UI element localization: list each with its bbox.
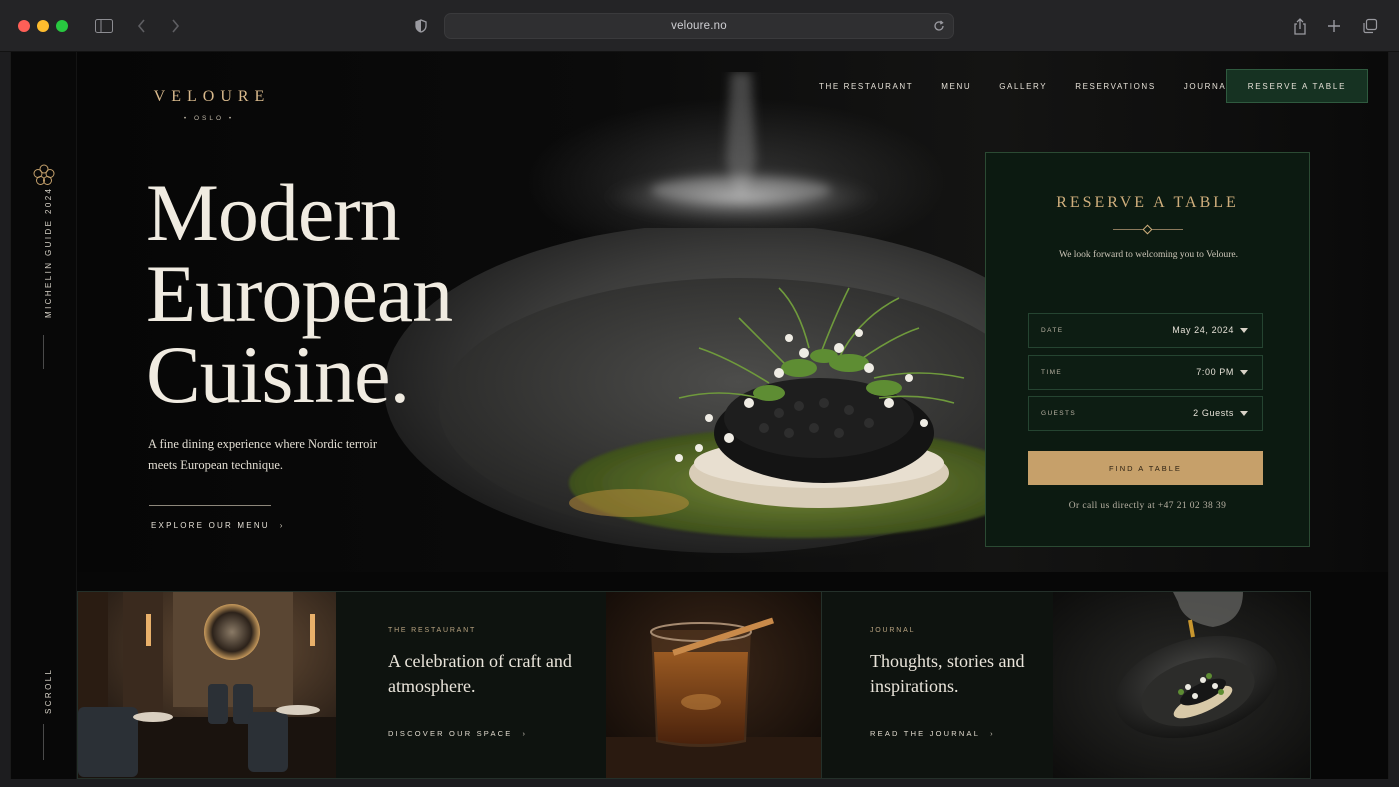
close-window-button[interactable]: [18, 20, 30, 32]
journal-eyebrow: JOURNAL: [870, 627, 916, 634]
time-select[interactable]: TIME 7:00 PM: [1028, 355, 1263, 390]
date-select[interactable]: DATE May 24, 2024: [1028, 313, 1263, 348]
brand-logo[interactable]: VELOURE • OSLO •: [143, 88, 275, 122]
chevron-down-icon: [1240, 328, 1248, 333]
chevron-down-icon: [1240, 370, 1248, 375]
privacy-shield-icon[interactable]: [409, 14, 433, 38]
nav-item-gallery[interactable]: GALLERY: [999, 82, 1047, 91]
time-value: 7:00 PM: [1196, 367, 1234, 377]
read-journal-link[interactable]: READ THE JOURNAL ›: [870, 729, 995, 738]
headline-line: Cuisine.: [146, 329, 410, 420]
nav-item-the-restaurant[interactable]: THE RESTAURANT: [819, 82, 913, 91]
chevron-down-icon: [1240, 411, 1248, 416]
headline-line: Modern: [146, 167, 401, 258]
guests-value: 2 Guests: [1193, 408, 1234, 418]
scroll-indicator-text[interactable]: SCROLL: [44, 668, 53, 714]
tab-overview-icon[interactable]: [1358, 14, 1382, 38]
restaurant-eyebrow: THE RESTAURANT: [388, 627, 477, 634]
brand-city: • OSLO •: [183, 115, 235, 122]
new-tab-icon[interactable]: [1322, 14, 1346, 38]
restaurant-interior-image[interactable]: [78, 592, 336, 778]
reserve-table-nav-button[interactable]: RESERVE A TABLE: [1226, 69, 1368, 103]
find-table-button[interactable]: FIND A TABLE: [1028, 451, 1263, 485]
guests-label: GUESTS: [1041, 410, 1077, 417]
zoom-window-button[interactable]: [56, 20, 68, 32]
nav-item-menu[interactable]: MENU: [941, 82, 971, 91]
diamond-ornament-icon: [1142, 224, 1153, 235]
url-text: veloure.no: [671, 20, 727, 32]
rail-divider: [43, 335, 44, 369]
side-rail: MICHELIN GUIDE 2024 SCROLL: [11, 52, 77, 779]
phone-contact-text[interactable]: Or call us directly at +47 21 02 38 39: [986, 501, 1309, 511]
hero-headline: Modern European Cuisine.: [146, 167, 566, 420]
browser-toolbar: veloure.no: [0, 0, 1399, 52]
back-arrow-icon[interactable]: [130, 14, 154, 38]
plated-dish-image[interactable]: [1053, 592, 1310, 778]
explore-menu-label: EXPLORE OUR MENU: [151, 521, 270, 530]
headline-line: European: [146, 248, 453, 339]
share-icon[interactable]: [1288, 14, 1312, 38]
reload-icon[interactable]: [931, 18, 947, 34]
explore-menu-link[interactable]: EXPLORE OUR MENU ›: [151, 521, 285, 530]
explore-divider: [149, 505, 271, 506]
read-journal-label: READ THE JOURNAL: [870, 729, 981, 738]
michelin-flower-icon: [33, 164, 55, 186]
reservation-intro: We look forward to welcoming you to Velo…: [1059, 250, 1238, 260]
wine-glass-image: [603, 72, 879, 225]
hero-tagline: A fine dining experience where Nordic te…: [148, 437, 378, 472]
chevron-right-icon: ›: [522, 729, 528, 738]
journal-feature-card: JOURNAL Thoughts, stories and inspiratio…: [822, 592, 1053, 778]
cocktail-image[interactable]: [606, 592, 821, 778]
restaurant-heading: A celebration of craft and atmosphere.: [388, 651, 572, 696]
scroll-indicator-line: [43, 724, 44, 760]
forward-arrow-icon[interactable]: [163, 14, 187, 38]
guests-select[interactable]: GUESTS 2 Guests: [1028, 396, 1263, 431]
date-value: May 24, 2024: [1172, 325, 1234, 335]
michelin-badge-text: MICHELIN GUIDE 2024: [44, 186, 53, 318]
restaurant-feature-card: THE RESTAURANT A celebration of craft an…: [336, 592, 606, 778]
minimize-window-button[interactable]: [37, 20, 49, 32]
sidebar-toggle-icon[interactable]: [92, 14, 116, 38]
discover-space-link[interactable]: DISCOVER OUR SPACE ›: [388, 729, 527, 738]
reservation-title: RESERVE A TABLE: [1056, 194, 1239, 211]
main-navigation: THE RESTAURANT MENU GALLERY RESERVATIONS…: [819, 82, 1260, 91]
brand-name: VELOURE: [153, 88, 271, 105]
chevron-right-icon: ›: [279, 521, 285, 530]
discover-space-label: DISCOVER OUR SPACE: [388, 729, 513, 738]
nav-item-reservations[interactable]: RESERVATIONS: [1075, 82, 1156, 91]
journal-heading: Thoughts, stories and inspirations.: [870, 651, 1025, 696]
feature-strip: THE RESTAURANT A celebration of craft an…: [77, 591, 1311, 779]
time-label: TIME: [1041, 369, 1063, 376]
address-bar[interactable]: veloure.no: [444, 13, 954, 39]
reservation-card: RESERVE A TABLE We look forward to welco…: [985, 152, 1310, 547]
web-page: MICHELIN GUIDE 2024 SCROLL VELOURE • OSL…: [10, 52, 1389, 779]
chevron-right-icon: ›: [990, 729, 995, 738]
date-label: DATE: [1041, 327, 1064, 334]
